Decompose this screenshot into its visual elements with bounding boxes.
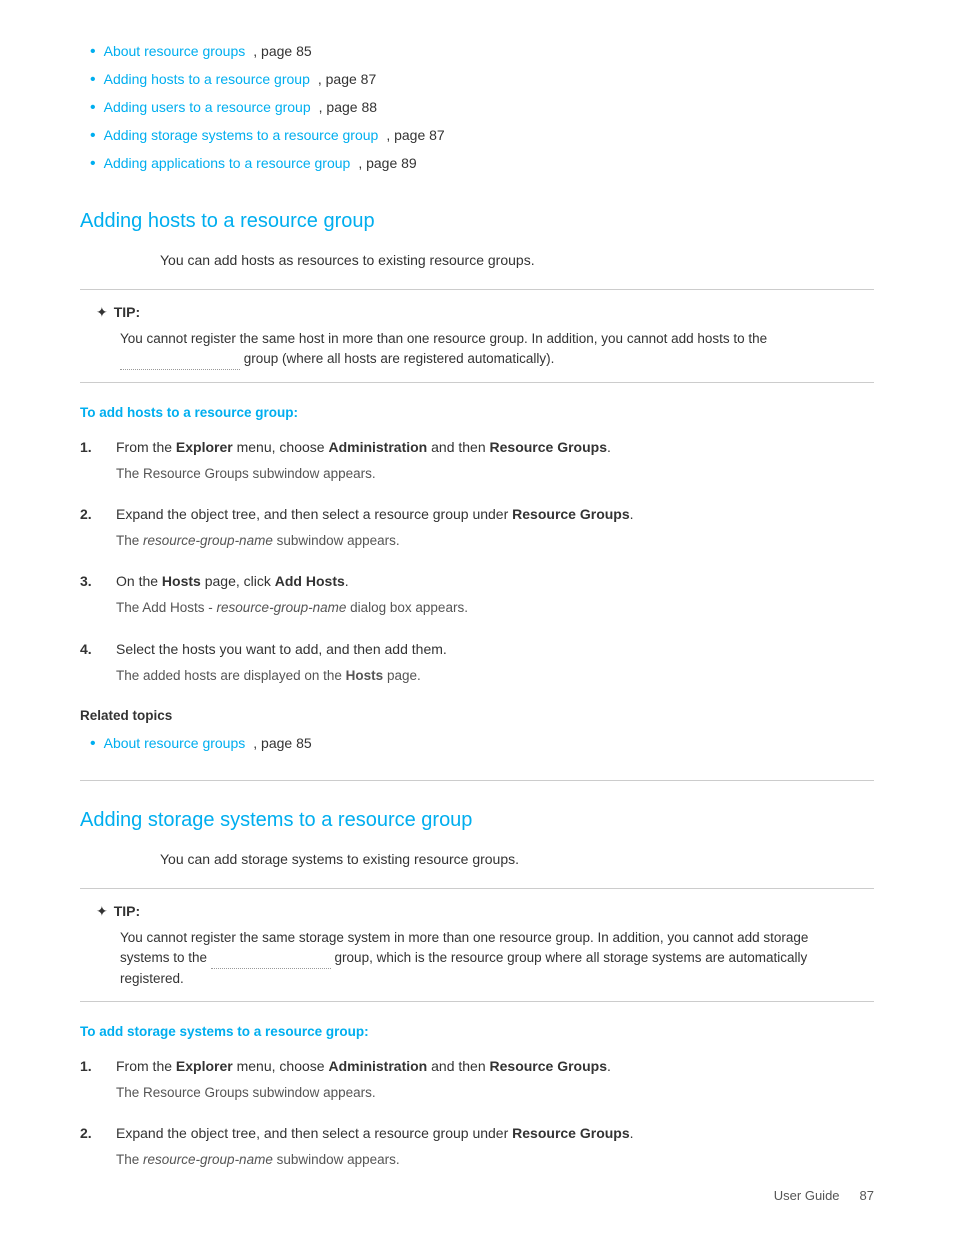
list-item: Adding hosts to a resource group , page 8…: [90, 68, 874, 92]
s2-step-2-text: Expand the object tree, and then select …: [116, 1123, 874, 1144]
s2-step-2: 2. Expand the object tree, and then sele…: [80, 1123, 874, 1176]
s2-step-1-text: From the Explorer menu, choose Administr…: [116, 1056, 874, 1077]
section2-tip-label: TIP:: [114, 901, 140, 922]
section2-procedure-heading: To add storage systems to a resource gro…: [80, 1022, 874, 1042]
step-3-content: On the Hosts page, click Add Hosts. The …: [116, 571, 874, 624]
step-2-num: 2.: [80, 504, 100, 525]
intro-link-5[interactable]: Adding applications to a resource group: [104, 153, 351, 174]
related-topics-title-1: Related topics: [80, 706, 874, 726]
section1-tip-box: ✦ TIP: You cannot register the same host…: [80, 289, 874, 383]
section1-related-list: About resource groups , page 85: [80, 732, 874, 756]
step-4-content: Select the hosts you want to add, and th…: [116, 639, 874, 692]
s2-step-2-content: Expand the object tree, and then select …: [116, 1123, 874, 1176]
s2-step-1-desc: The Resource Groups subwindow appears.: [116, 1083, 874, 1103]
step-1: 1. From the Explorer menu, choose Admini…: [80, 437, 874, 490]
step-1-desc: The Resource Groups subwindow appears.: [116, 464, 874, 484]
intro-link-3[interactable]: Adding users to a resource group: [104, 97, 311, 118]
s2-step-1-content: From the Explorer menu, choose Administr…: [116, 1056, 874, 1109]
list-item: Adding users to a resource group , page 8…: [90, 96, 874, 120]
related-page-1: , page 85: [253, 733, 311, 754]
step-4-num: 4.: [80, 639, 100, 660]
step-3: 3. On the Hosts page, click Add Hosts. T…: [80, 571, 874, 624]
tip-icon: ✦: [96, 302, 108, 323]
section1-related-topics: Related topics About resource groups , pa…: [80, 706, 874, 756]
step-3-text: On the Hosts page, click Add Hosts.: [116, 571, 874, 592]
section1-tip-header: ✦ TIP:: [96, 302, 858, 323]
section1-heading: Adding hosts to a resource group: [80, 206, 874, 236]
section2-tip-box: ✦ TIP: You cannot register the same stor…: [80, 888, 874, 1002]
intro-link-1[interactable]: About resource groups: [104, 41, 246, 62]
page-footer: User Guide 87: [774, 1186, 874, 1206]
blank-space-2: [211, 968, 331, 969]
step-1-num: 1.: [80, 437, 100, 458]
step-2-text: Expand the object tree, and then select …: [116, 504, 874, 525]
list-item: Adding applications to a resource group,…: [90, 152, 874, 176]
section-add-storage: Adding storage systems to a resource gro…: [80, 805, 874, 1177]
s2-step-1-num: 1.: [80, 1056, 100, 1077]
step-2: 2. Expand the object tree, and then sele…: [80, 504, 874, 557]
s2-step-1: 1. From the Explorer menu, choose Admini…: [80, 1056, 874, 1109]
section2-tip-content: You cannot register the same storage sys…: [120, 928, 858, 989]
section-add-hosts: Adding hosts to a resource group You can…: [80, 206, 874, 756]
intro-link-4[interactable]: Adding storage systems to a resource gro…: [104, 125, 379, 146]
section1-tip-label: TIP:: [114, 302, 140, 323]
tip-icon-2: ✦: [96, 901, 108, 922]
section1-tip-content: You cannot register the same host in mor…: [120, 329, 858, 370]
intro-page-2: , page 87: [318, 69, 376, 90]
intro-page-5: , page 89: [358, 153, 416, 174]
step-1-content: From the Explorer menu, choose Administr…: [116, 437, 874, 490]
related-list-item-1: About resource groups , page 85: [90, 732, 874, 756]
section-divider: [80, 780, 874, 781]
intro-link-2[interactable]: Adding hosts to a resource group: [104, 69, 310, 90]
s2-step-2-desc: The resource-group-name subwindow appear…: [116, 1150, 874, 1170]
intro-page-1: , page 85: [253, 41, 311, 62]
section2-intro: You can add storage systems to existing …: [160, 849, 874, 870]
section2-heading: Adding storage systems to a resource gro…: [80, 805, 874, 835]
step-1-text: From the Explorer menu, choose Administr…: [116, 437, 874, 458]
section2-steps: 1. From the Explorer menu, choose Admini…: [80, 1056, 874, 1177]
list-item: Adding storage systems to a resource gro…: [90, 124, 874, 148]
step-3-num: 3.: [80, 571, 100, 592]
intro-page-4: , page 87: [386, 125, 444, 146]
blank-space-1: [120, 369, 240, 370]
section1-intro: You can add hosts as resources to existi…: [160, 250, 874, 271]
step-4-desc: The added hosts are displayed on the Hos…: [116, 666, 874, 686]
step-4: 4. Select the hosts you want to add, and…: [80, 639, 874, 692]
step-4-text: Select the hosts you want to add, and th…: [116, 639, 874, 660]
intro-link-list: About resource groups , page 85 Adding ho…: [80, 40, 874, 176]
related-link-1[interactable]: About resource groups: [104, 733, 246, 754]
list-item: About resource groups , page 85: [90, 40, 874, 64]
s2-step-2-num: 2.: [80, 1123, 100, 1144]
step-3-desc: The Add Hosts - resource-group-name dial…: [116, 598, 874, 618]
footer-page: 87: [860, 1186, 874, 1206]
intro-page-3: , page 88: [319, 97, 377, 118]
step-2-desc: The resource-group-name subwindow appear…: [116, 531, 874, 551]
section2-tip-header: ✦ TIP:: [96, 901, 858, 922]
footer-label: User Guide: [774, 1186, 840, 1206]
section1-procedure-heading: To add hosts to a resource group:: [80, 403, 874, 423]
step-2-content: Expand the object tree, and then select …: [116, 504, 874, 557]
section1-steps: 1. From the Explorer menu, choose Admini…: [80, 437, 874, 692]
